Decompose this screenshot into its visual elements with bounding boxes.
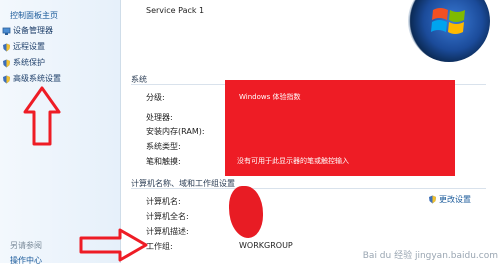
action-center-link[interactable]: 操作中心 [10,255,42,266]
pen-touch-label: 笔和触摸: [146,157,181,166]
rating-value[interactable]: Windows 体验指数 [239,92,300,102]
redaction-overlay: Windows 体验指数 没有可用于此显示器的笔或触控输入 [225,80,455,176]
workgroup-label: 工作组: [146,242,173,251]
sidebar-item-label: 高级系统设置 [13,74,61,83]
pen-touch-value: 没有可用于此显示器的笔或触控输入 [237,157,349,165]
computer-description-label: 计算机描述: [146,227,189,236]
processor-label: 处理器: [146,113,173,122]
change-settings-label: 更改设置 [439,195,471,204]
windows-flag-icon [431,8,465,34]
redaction-blob [229,186,263,238]
shield-icon [2,59,10,68]
divider [131,188,486,189]
control-panel-home-link[interactable]: 控制面板主页 [10,10,58,21]
device-manager-icon [2,27,11,35]
ram-label: 安装内存(RAM): [146,127,205,136]
sidebar-item-label: 系统保护 [13,58,45,67]
shield-icon [2,75,10,84]
rating-label: 分级: [146,93,165,102]
up-arrow-annotation [23,86,61,146]
sidebar-item-label: 远程设置 [13,42,45,51]
windows-logo [408,0,490,62]
right-arrow-annotation [79,228,148,262]
system-type-label: 系统类型: [146,142,181,151]
see-also-heading: 另请参阅 [10,241,42,250]
shield-icon [2,43,10,52]
service-pack-text: Service Pack 1 [146,6,205,15]
system-properties-panel: Service Pack 1 系统 分级: 处理器: 安装内存(RAM): 系统… [121,0,500,263]
workgroup-value: WORKGROUP [239,241,293,250]
computer-fullname-label: 计算机全名: [146,212,189,221]
watermark: Bai du 经验 jingyan.baidu.com [362,251,498,261]
computer-name-label: 计算机名: [146,197,181,206]
shield-icon [428,195,437,206]
sidebar-item-label: 设备管理器 [13,26,53,35]
